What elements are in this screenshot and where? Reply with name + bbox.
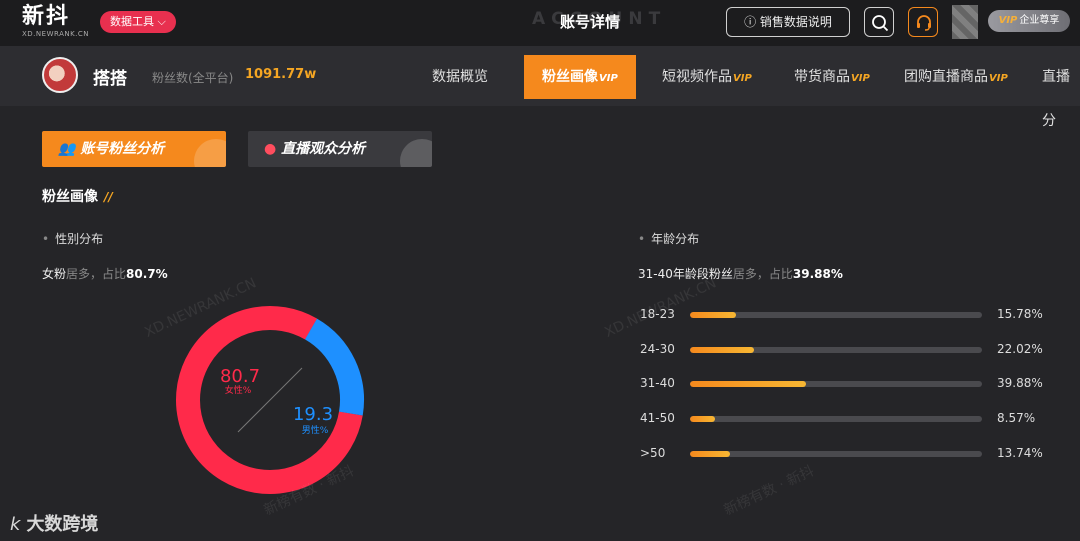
age-percent: 22.02% <box>997 342 1043 356</box>
male-label: 男性% <box>302 424 329 436</box>
age-range: >50 <box>640 446 666 460</box>
age-range: 31-40 <box>640 376 675 390</box>
age-row[interactable]: 18-23 15.78% <box>640 305 1060 325</box>
customer-service-button[interactable] <box>908 7 938 37</box>
age-range: 41-50 <box>640 411 675 425</box>
question-icon: ⓘ <box>744 15 757 29</box>
search-icon <box>872 15 889 32</box>
headset-icon <box>917 15 931 31</box>
tab-group-live-products[interactable]: 团购直播商品VIP <box>904 55 1008 99</box>
top-bar: 新抖 XD.NEWRANK.CN 数据工具 ⌵ ACCOUNT 账号详情 ⓘ 销… <box>0 0 1080 46</box>
age-summary-a: 31-40年龄段粉丝 <box>638 267 733 281</box>
account-nav: 搭搭 粉丝数(全平台) 1091.77w 数据概览 粉丝画像VIP 短视频作品V… <box>0 46 1080 129</box>
watermark: 新榜有数 · 新抖 <box>721 463 817 519</box>
vip-tag: VIP <box>733 73 752 84</box>
age-summary-b: 居多，占比 <box>732 267 793 281</box>
fans-count-value: 1091.77w <box>245 67 317 82</box>
female-label: 女性% <box>225 384 252 396</box>
user-icon: ● <box>264 141 277 157</box>
tab-live-analysis[interactable]: 直播分 <box>1042 55 1080 129</box>
age-bar-fill <box>690 312 737 318</box>
subtab-account-fans[interactable]: 👥 账号粉丝分析 <box>42 131 226 167</box>
tab-data-overview[interactable]: 数据概览 <box>432 55 488 99</box>
user-avatar[interactable] <box>952 5 978 39</box>
gender-summary-b: 居多，占比 <box>66 267 127 281</box>
female-value: 80.7 <box>220 366 260 387</box>
age-percent: 39.88% <box>997 376 1043 390</box>
tab-label: 带货商品 <box>794 69 850 85</box>
tab-label: 短视频作品 <box>662 69 732 85</box>
vip-badge-text: 企业尊享 <box>1019 15 1060 26</box>
age-row[interactable]: 24-30 22.02% <box>640 340 1060 360</box>
section-title-text: 粉丝画像 <box>42 189 98 205</box>
tab-fan-portrait[interactable]: 粉丝画像VIP <box>524 55 636 99</box>
gender-distribution-label: 性别分布 <box>42 230 103 247</box>
account-name: 搭搭 <box>93 69 127 89</box>
sales-data-explain-button[interactable]: ⓘ 销售数据说明 <box>726 7 850 37</box>
age-bar-track <box>690 347 982 353</box>
tab-short-videos[interactable]: 短视频作品VIP <box>662 55 752 99</box>
subtab-label: 账号粉丝分析 <box>80 141 165 157</box>
age-row[interactable]: 41-50 8.57% <box>640 409 1060 429</box>
age-percent: 8.57% <box>997 411 1036 425</box>
age-bar-track <box>690 312 982 318</box>
search-button[interactable] <box>864 7 894 37</box>
explain-label: 销售数据说明 <box>759 15 832 29</box>
tab-label: 直播分 <box>1042 69 1070 129</box>
age-bar-fill <box>690 347 755 353</box>
male-value: 19.3 <box>293 404 333 425</box>
tab-label: 粉丝画像 <box>542 69 598 85</box>
age-percent: 15.78% <box>997 307 1043 321</box>
age-summary: 31-40年龄段粉丝居多，占比39.88% <box>638 265 843 282</box>
tab-label: 数据概览 <box>432 69 488 85</box>
age-bar-track <box>690 451 982 457</box>
section-title-marks: // <box>104 190 113 204</box>
vip-badge-tag: VIP <box>998 15 1018 26</box>
age-bar-track <box>690 416 982 422</box>
age-bar-fill <box>690 381 807 387</box>
age-row[interactable]: 31-40 39.88% <box>640 374 1060 394</box>
vip-tag: VIP <box>851 73 870 84</box>
age-distribution-label: 年龄分布 <box>638 230 699 247</box>
age-summary-value: 39.88% <box>792 267 843 281</box>
age-range: 24-30 <box>640 342 675 356</box>
subtab-label: 直播观众分析 <box>281 141 366 157</box>
corner-brand-text: 大数跨境 <box>26 514 99 535</box>
age-bar-fill <box>690 416 716 422</box>
tab-label: 团购直播商品 <box>904 69 988 85</box>
age-row[interactable]: >50 13.74% <box>640 444 1060 464</box>
age-bar-fill <box>690 451 731 457</box>
subtab-live-audience[interactable]: ● 直播观众分析 <box>248 131 432 167</box>
age-percent: 13.74% <box>997 446 1043 460</box>
fans-count-label: 粉丝数(全平台) <box>152 71 234 85</box>
vip-tag: VIP <box>989 73 1008 84</box>
people-icon: 👥 <box>58 141 76 157</box>
gender-summary: 女粉居多，占比80.7% <box>42 265 168 282</box>
vip-tag: VIP <box>599 73 618 84</box>
section-title: 粉丝画像 // <box>42 186 113 206</box>
corner-brand-mark: k <box>10 514 21 535</box>
tab-products[interactable]: 带货商品VIP <box>794 55 870 99</box>
gender-summary-a: 女粉 <box>42 267 67 281</box>
age-bar-track <box>690 381 982 387</box>
gender-summary-value: 80.7% <box>126 267 168 281</box>
vip-enterprise-badge[interactable]: VIP 企业尊享 <box>988 10 1070 32</box>
corner-brand-logo: k 大数跨境 <box>10 510 98 536</box>
account-avatar <box>42 57 78 93</box>
